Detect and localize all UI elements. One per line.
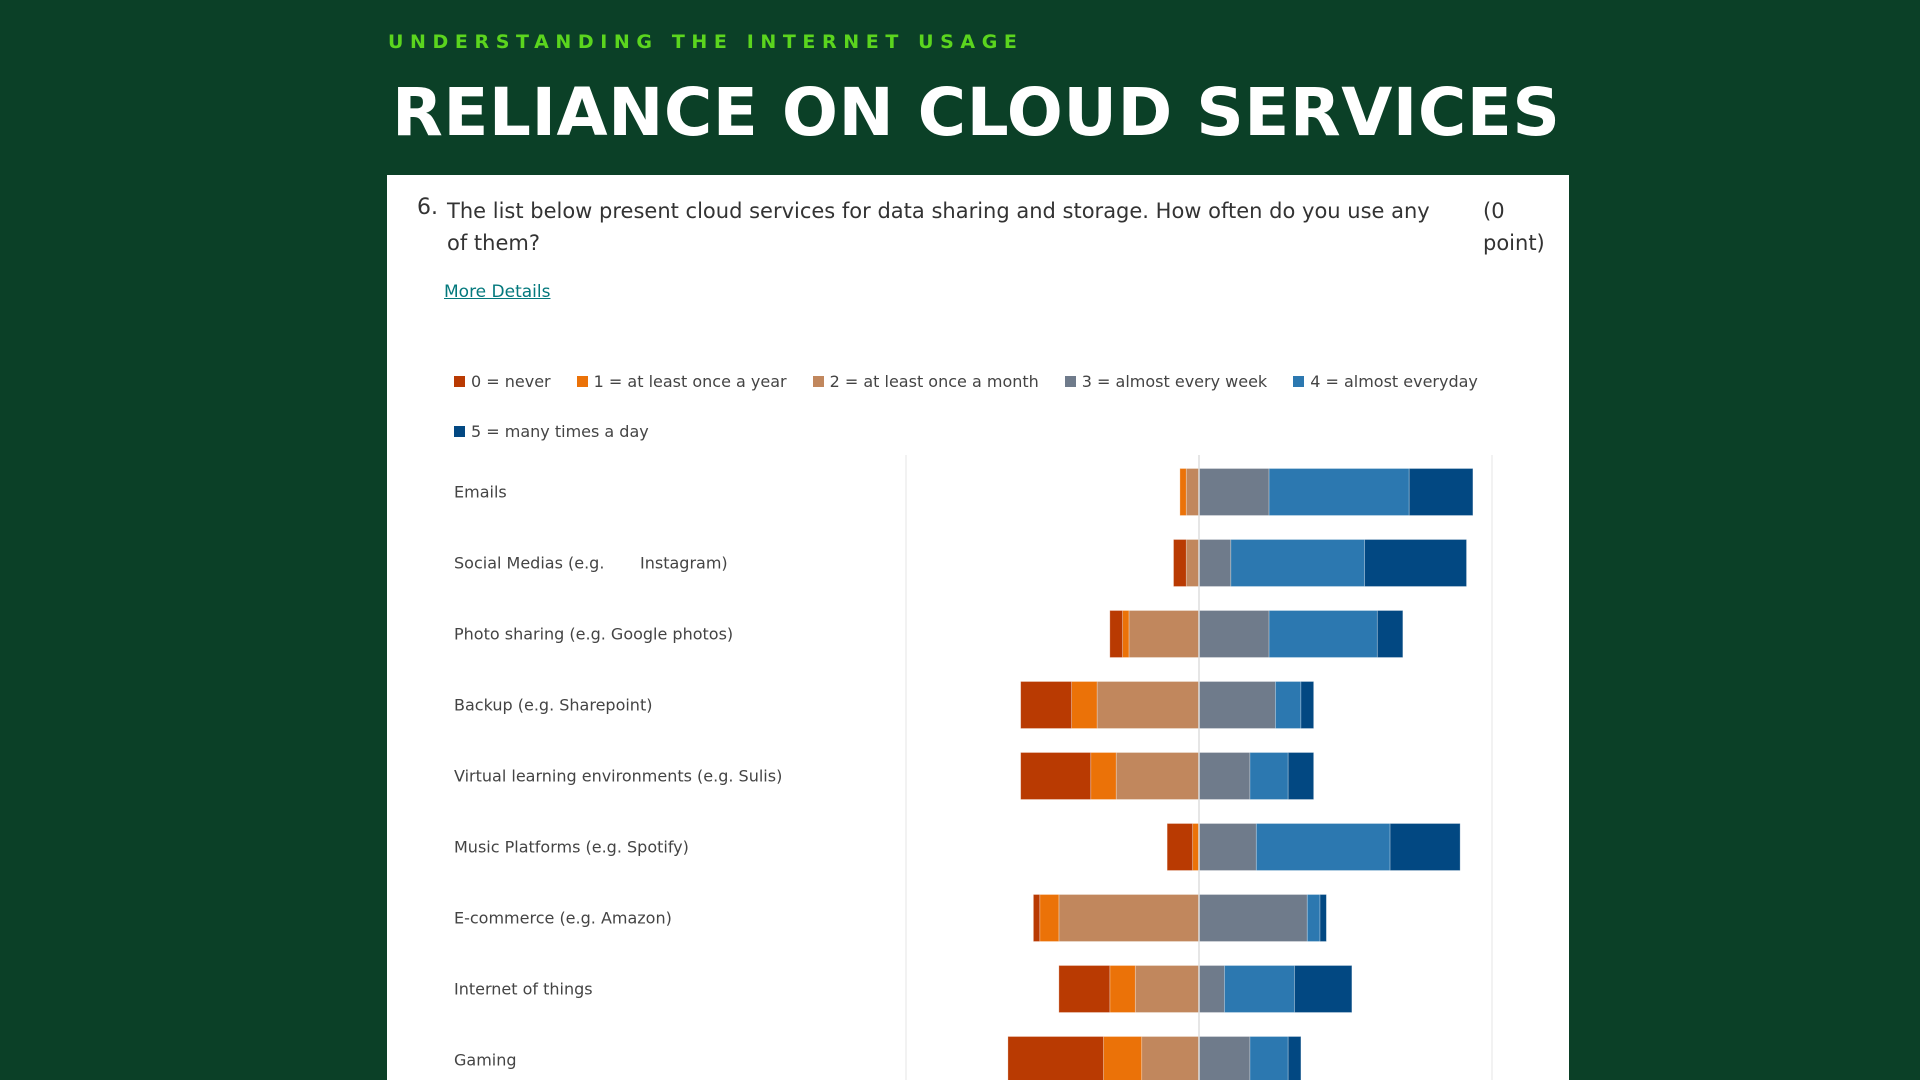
bar-segment[interactable] [1275,681,1302,729]
bar-segment[interactable] [1294,965,1353,1013]
bar-segment[interactable] [1306,894,1321,942]
category-label: Backup (e.g. Sharepoint) [454,695,653,715]
bar-segment[interactable] [1198,1036,1251,1080]
bar-segment[interactable] [1287,752,1315,800]
bar-segment[interactable] [1255,823,1391,871]
bar-segment[interactable] [1058,965,1111,1013]
bar-segment[interactable] [1300,681,1315,729]
bar-segment[interactable] [1007,1036,1104,1080]
bar-segment[interactable] [1198,965,1225,1013]
bar-segment[interactable] [1319,894,1327,942]
bar-segment[interactable] [1141,1036,1200,1080]
bar-segment[interactable] [1032,894,1041,942]
bar-segment[interactable] [1287,1036,1302,1080]
category-label: Virtual learning environments (e.g. Suli… [454,766,783,786]
bar-segment[interactable] [1268,610,1378,658]
bar-segment[interactable] [1179,468,1187,516]
bar-segment[interactable] [1249,1036,1289,1080]
bar-segment[interactable] [1020,752,1092,800]
category-label: Emails [454,482,507,502]
bar-segment[interactable] [1058,894,1200,942]
bar-segment[interactable] [1408,468,1474,516]
bar-segment[interactable] [1198,610,1270,658]
category-label: Gaming [454,1050,517,1070]
page-title: RELIANCE ON CLOUD SERVICES [392,74,1561,151]
bar-segment[interactable] [1122,610,1130,658]
bar-segment[interactable] [1039,894,1060,942]
bar-segment[interactable] [1198,894,1308,942]
category-label: E-commerce (e.g. Amazon) [454,908,672,928]
category-label: Internet of things [454,979,593,999]
bar-segment[interactable] [1198,468,1270,516]
bar-segment[interactable] [1192,823,1200,871]
category-label: Social Medias (e.g. Instagram) [454,553,728,573]
question-panel: 6. The list below present cloud services… [387,175,1569,1080]
bar-segment[interactable] [1198,539,1232,587]
bar-segment[interactable] [1230,539,1366,587]
section-subtitle: UNDERSTANDING THE INTERNET USAGE [388,31,1024,53]
bar-segment[interactable] [1103,1036,1143,1080]
bar-segment[interactable] [1115,752,1200,800]
category-label: Photo sharing (e.g. Google photos) [454,624,734,644]
bar-segment[interactable] [1198,823,1257,871]
bar-segment[interactable] [1128,610,1200,658]
bar-segment[interactable] [1249,752,1289,800]
bar-segment[interactable] [1173,539,1187,587]
bar-segment[interactable] [1109,610,1123,658]
bar-segment[interactable] [1224,965,1295,1013]
bar-segment[interactable] [1389,823,1461,871]
bar-segment[interactable] [1166,823,1194,871]
bar-segment[interactable] [1376,610,1404,658]
bar-segment[interactable] [1071,681,1098,729]
bar-segment[interactable] [1020,681,1073,729]
bar-segment[interactable] [1268,468,1410,516]
bar-segment[interactable] [1096,681,1200,729]
bar-segment[interactable] [1364,539,1467,587]
bar-segment[interactable] [1134,965,1200,1013]
bar-segment[interactable] [1198,752,1251,800]
category-label: Music Platforms (e.g. Spotify) [454,837,689,857]
bar-segment[interactable] [1109,965,1136,1013]
bar-segment[interactable] [1185,468,1200,516]
bar-segment[interactable] [1198,681,1276,729]
bar-segment[interactable] [1185,539,1200,587]
bar-segment[interactable] [1090,752,1117,800]
